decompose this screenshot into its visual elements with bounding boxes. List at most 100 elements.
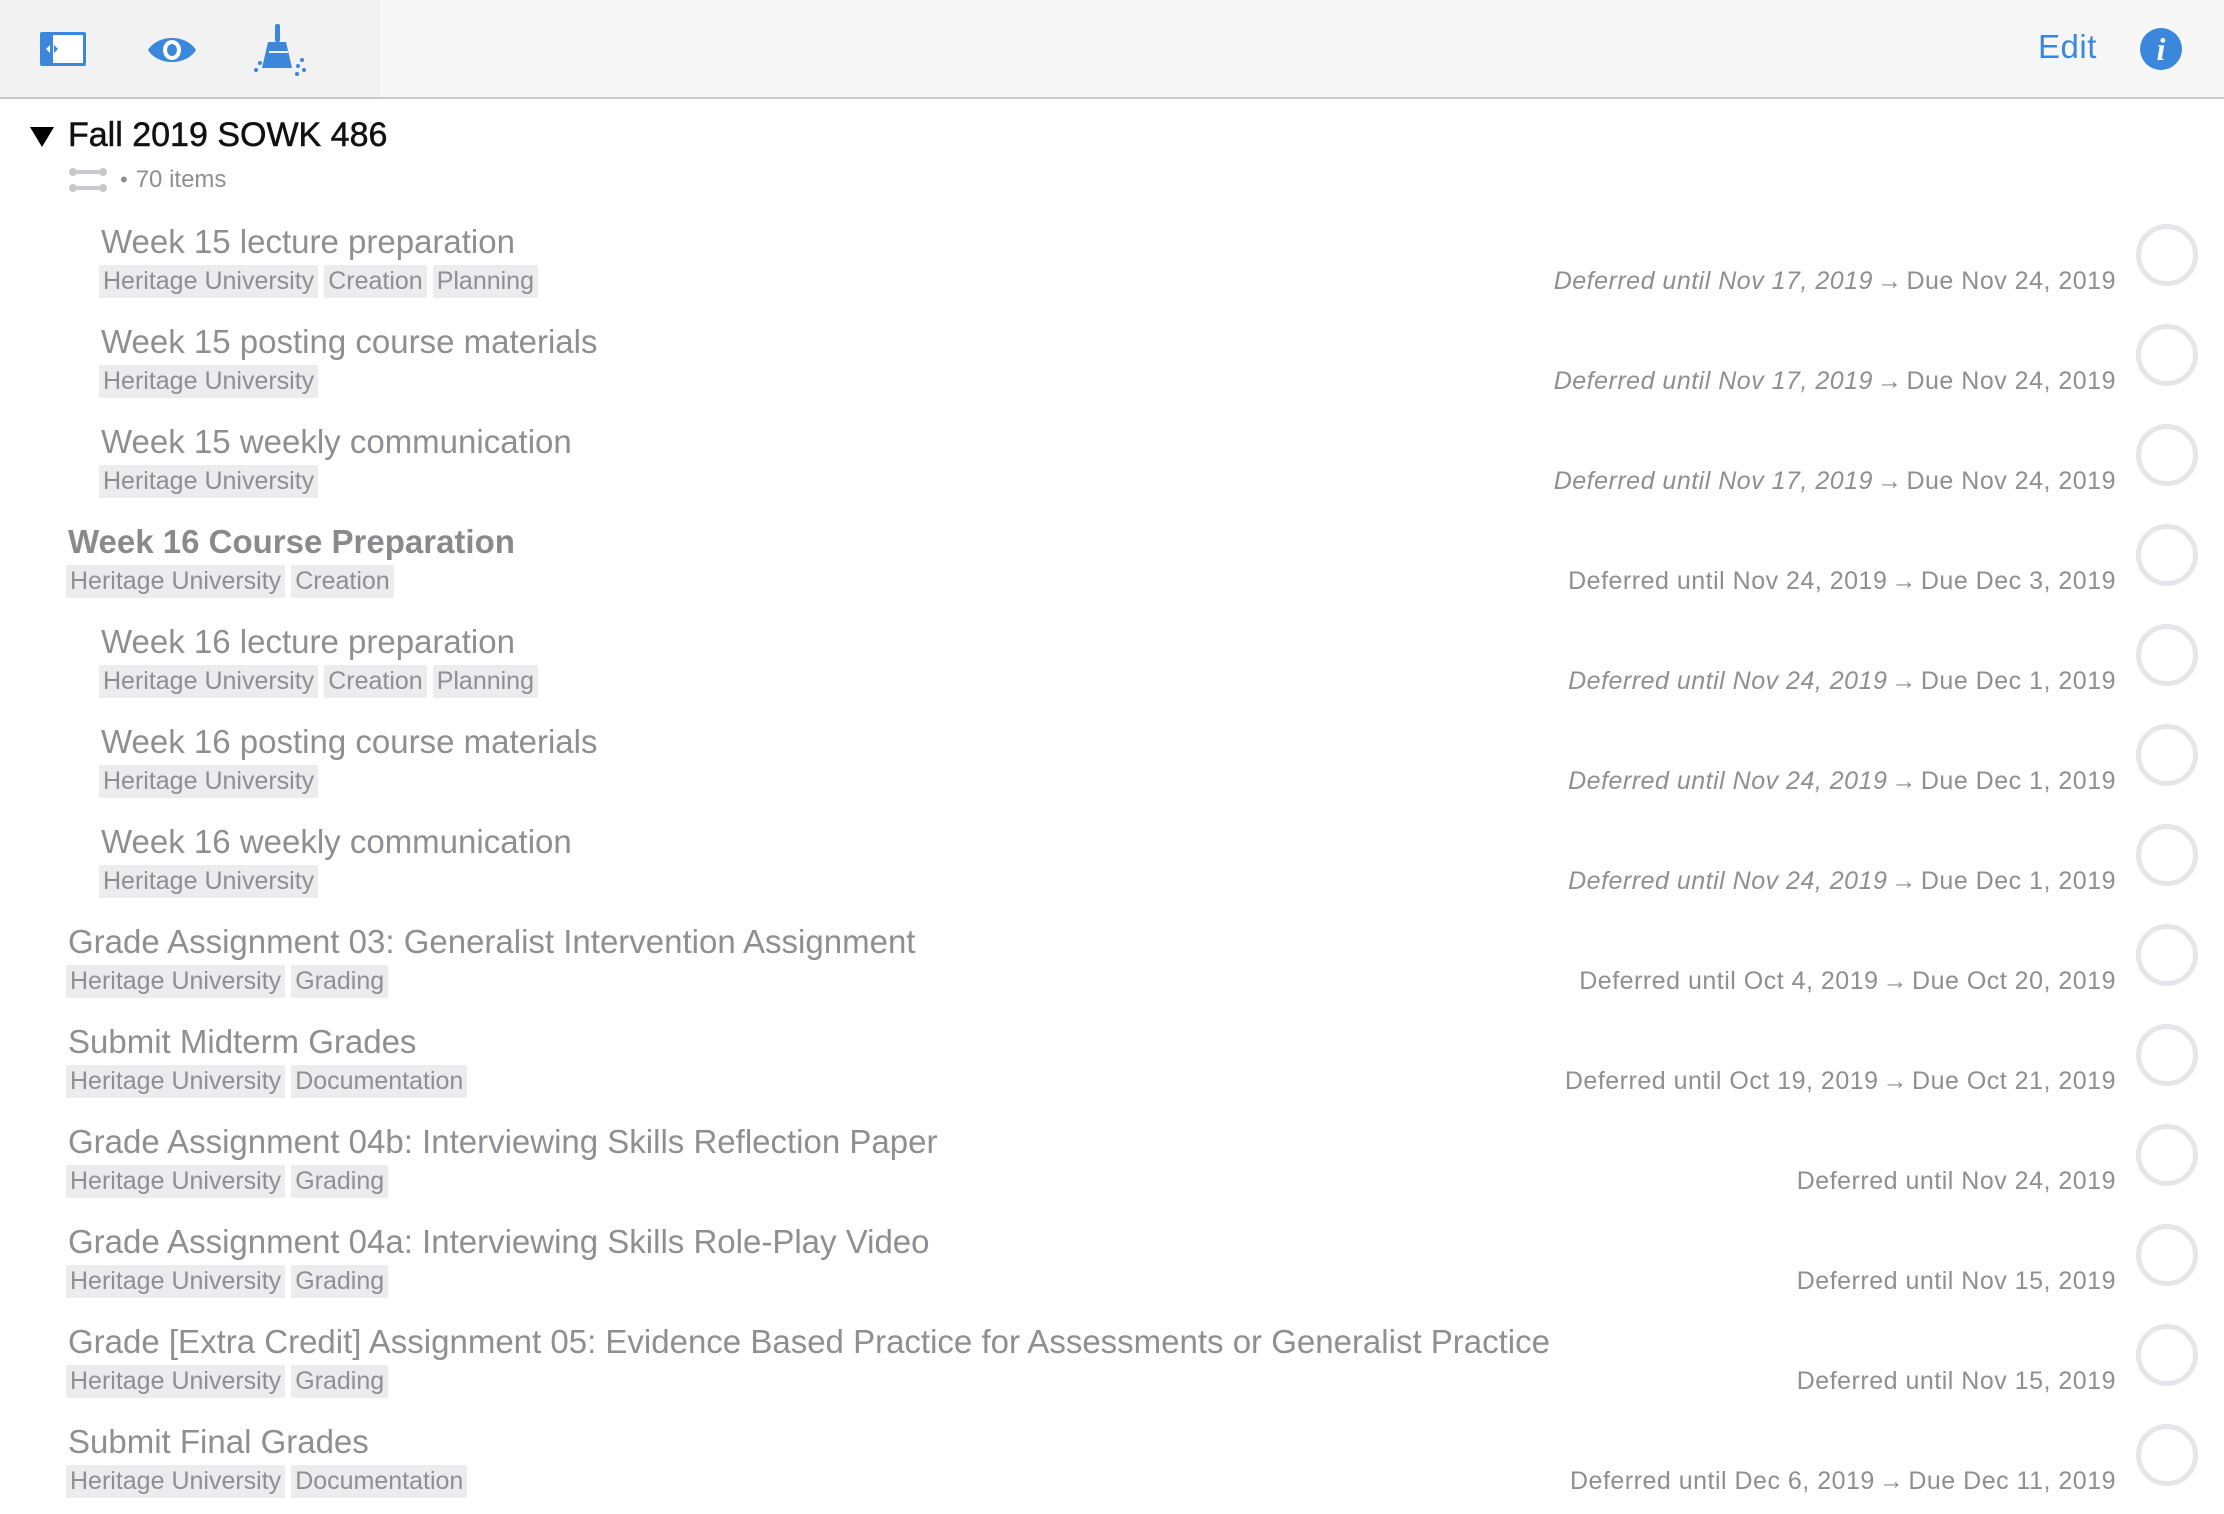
task-row[interactable]: Week 16 posting course materials Heritage… bbox=[0, 705, 2224, 805]
disclosure-triangle-icon[interactable] bbox=[28, 123, 56, 151]
task-dates: Deferred until Nov 24, 2019 → Due Dec 1, 2… bbox=[1568, 867, 2116, 896]
task-title[interactable]: Grade Assignment 04b: Interviewing Skill… bbox=[68, 1123, 937, 1161]
arrow-right-icon: → bbox=[1876, 267, 1903, 295]
tag-badge[interactable]: Heritage University bbox=[66, 1365, 286, 1398]
status-circle-checkbox[interactable] bbox=[2136, 824, 2198, 886]
task-tags: Heritage University Grading bbox=[66, 1165, 389, 1198]
due-date: Due Dec 1, 2019 bbox=[1920, 867, 2116, 895]
due-date: Due Nov 24, 2019 bbox=[1906, 367, 2116, 395]
task-tags: Heritage University bbox=[99, 465, 319, 498]
due-date: Due Dec 1, 2019 bbox=[1920, 767, 2116, 795]
task-row[interactable]: Week 15 lecture preparation Heritage Univ… bbox=[0, 205, 2224, 305]
tag-badge[interactable]: Heritage University bbox=[99, 865, 319, 898]
status-circle-checkbox[interactable] bbox=[2136, 1424, 2198, 1486]
tag-badge[interactable]: Creation bbox=[291, 565, 394, 598]
task-title[interactable]: Week 16 lecture preparation bbox=[101, 623, 515, 661]
arrow-right-icon: → bbox=[1891, 667, 1917, 695]
tag-badge[interactable]: Heritage University bbox=[99, 465, 319, 498]
info-icon[interactable]: i bbox=[2140, 28, 2182, 70]
task-row[interactable]: Submit Final Grades Heritage University Do… bbox=[0, 1405, 2224, 1505]
broom-icon[interactable] bbox=[252, 22, 308, 78]
project-header: Fall 2019 SOWK 486 • 70 items bbox=[0, 99, 2224, 205]
tag-badge[interactable]: Heritage University bbox=[66, 565, 286, 598]
status-circle-checkbox[interactable] bbox=[2136, 524, 2198, 586]
status-circle-checkbox[interactable] bbox=[2136, 724, 2198, 786]
task-row[interactable]: Grade [Extra Credit] Assignment 05: Evid… bbox=[0, 1305, 2224, 1405]
tag-badge[interactable]: Heritage University bbox=[66, 1265, 286, 1298]
action-group-row[interactable]: Week 16 Course Preparation Heritage Unive… bbox=[0, 505, 2224, 605]
tag-badge[interactable]: Creation bbox=[324, 665, 427, 698]
tag-badge[interactable]: Heritage University bbox=[99, 265, 319, 298]
task-row[interactable]: Grade Assignment 03: Generalist Interven… bbox=[0, 905, 2224, 1005]
tag-badge[interactable]: Grading bbox=[291, 1365, 389, 1398]
tag-badge[interactable]: Grading bbox=[291, 1265, 389, 1298]
tag-badge[interactable]: Grading bbox=[291, 1165, 389, 1198]
task-title[interactable]: Grade [Extra Credit] Assignment 05: Evid… bbox=[68, 1323, 1550, 1361]
task-title[interactable]: Grade Assignment 03: Generalist Interven… bbox=[68, 923, 915, 961]
tag-badge[interactable]: Heritage University bbox=[99, 765, 319, 798]
defer-date: Deferred until Nov 17, 2019 bbox=[1553, 467, 1873, 495]
status-circle-checkbox[interactable] bbox=[2136, 624, 2198, 686]
tag-badge[interactable]: Documentation bbox=[291, 1465, 468, 1498]
task-title[interactable]: Grade Assignment 04a: Interviewing Skill… bbox=[68, 1223, 930, 1261]
status-circle-checkbox[interactable] bbox=[2136, 1024, 2198, 1086]
status-circle-checkbox[interactable] bbox=[2136, 1324, 2198, 1386]
task-title[interactable]: Week 16 weekly communication bbox=[101, 823, 572, 861]
status-circle-checkbox[interactable] bbox=[2136, 1124, 2198, 1186]
status-circle-checkbox[interactable] bbox=[2136, 224, 2198, 286]
defer-date: Deferred until Nov 24, 2019 bbox=[1568, 567, 1888, 595]
task-dates: Deferred until Nov 15, 2019 bbox=[1797, 1367, 2116, 1396]
task-tags: Heritage University Grading bbox=[66, 965, 389, 998]
tag-badge[interactable]: Heritage University bbox=[66, 1465, 286, 1498]
task-title[interactable]: Week 16 posting course materials bbox=[101, 723, 597, 761]
tag-badge[interactable]: Heritage University bbox=[99, 665, 319, 698]
arrow-right-icon: → bbox=[1876, 467, 1903, 495]
status-circle-checkbox[interactable] bbox=[2136, 424, 2198, 486]
task-tags: Heritage University Documentation bbox=[66, 1465, 468, 1498]
edit-button[interactable]: Edit bbox=[2038, 28, 2097, 66]
task-row[interactable]: Week 15 weekly communication Heritage Uni… bbox=[0, 405, 2224, 505]
tag-badge[interactable]: Heritage University bbox=[99, 365, 319, 398]
task-tags: Heritage University bbox=[99, 365, 319, 398]
tag-badge[interactable]: Creation bbox=[324, 265, 427, 298]
tag-badge[interactable]: Heritage University bbox=[66, 1165, 286, 1198]
project-title: Fall 2019 SOWK 486 bbox=[68, 116, 388, 155]
task-dates: Deferred until Nov 17, 2019 → Due Nov 24, … bbox=[1554, 267, 2116, 296]
task-dates: Deferred until Nov 24, 2019 → Due Dec 1, 2… bbox=[1568, 767, 2116, 796]
task-title[interactable]: Submit Final Grades bbox=[68, 1423, 369, 1461]
task-title[interactable]: Week 15 weekly communication bbox=[101, 423, 572, 461]
tag-badge[interactable]: Planning bbox=[432, 265, 538, 298]
sequential-project-icon bbox=[68, 165, 108, 195]
tag-badge[interactable]: Documentation bbox=[291, 1065, 468, 1098]
task-row[interactable]: Week 15 posting course materials Heritage… bbox=[0, 305, 2224, 405]
sidebar-toggle-icon[interactable] bbox=[36, 22, 92, 78]
due-date: Due Dec 3, 2019 bbox=[1920, 567, 2116, 595]
arrow-right-icon: → bbox=[1891, 567, 1917, 595]
tag-badge[interactable]: Grading bbox=[291, 965, 389, 998]
task-row[interactable]: Grade Assignment 04a: Interviewing Skill… bbox=[0, 1205, 2224, 1305]
task-title[interactable]: Week 16 Course Preparation bbox=[68, 523, 515, 561]
defer-date: Deferred until Nov 24, 2019 bbox=[1796, 1167, 2116, 1195]
tag-badge[interactable]: Heritage University bbox=[66, 1065, 286, 1098]
task-dates: Deferred until Nov 24, 2019 → Due Dec 1, 2… bbox=[1568, 667, 2116, 696]
arrow-right-icon: → bbox=[1876, 367, 1903, 395]
task-row[interactable]: Submit Midterm Grades Heritage University… bbox=[0, 1005, 2224, 1105]
task-row[interactable]: Week 16 lecture preparation Heritage Univ… bbox=[0, 605, 2224, 705]
arrow-right-icon: → bbox=[1891, 767, 1917, 795]
tag-badge[interactable]: Heritage University bbox=[66, 965, 286, 998]
task-title[interactable]: Week 15 posting course materials bbox=[101, 323, 597, 361]
task-title[interactable]: Submit Midterm Grades bbox=[68, 1023, 416, 1061]
tag-badge[interactable]: Planning bbox=[432, 665, 538, 698]
task-row[interactable]: Grade Assignment 04b: Interviewing Skill… bbox=[0, 1105, 2224, 1205]
arrow-right-icon: → bbox=[1882, 1067, 1909, 1095]
eye-icon[interactable] bbox=[144, 22, 200, 78]
status-circle-checkbox[interactable] bbox=[2136, 1224, 2198, 1286]
task-tags: Heritage University bbox=[99, 765, 319, 798]
status-circle-checkbox[interactable] bbox=[2136, 324, 2198, 386]
task-dates: Deferred until Nov 24, 2019 bbox=[1797, 1167, 2116, 1196]
status-circle-checkbox[interactable] bbox=[2136, 924, 2198, 986]
project-meta: • 70 items bbox=[68, 165, 226, 195]
task-row[interactable]: Week 16 weekly communication Heritage Uni… bbox=[0, 805, 2224, 905]
task-title[interactable]: Week 15 lecture preparation bbox=[101, 223, 515, 261]
due-date: Due Dec 11, 2019 bbox=[1908, 1467, 2116, 1495]
